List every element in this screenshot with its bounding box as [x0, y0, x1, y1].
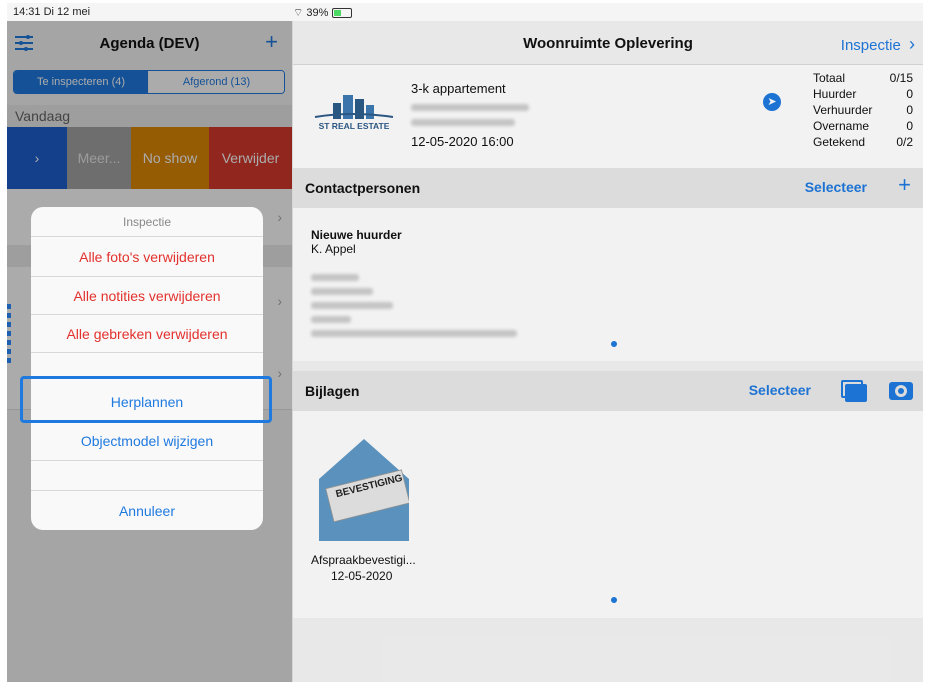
- status-bar: 14:31 Di 12 mei ⌔ 39%: [7, 3, 923, 667]
- battery-percentage: 39%: [306, 7, 329, 19]
- separator: [31, 490, 263, 491]
- ipad-screen: 14:31 Di 12 mei ⌔ 39% Agenda (DEV) + Te …: [7, 3, 923, 682]
- battery-icon: [331, 8, 352, 19]
- background-dim: [293, 21, 923, 682]
- action-sheet-title: Inspectie: [122, 215, 172, 229]
- delete-all-defects-button[interactable]: Alle gebreken verwijderen: [31, 326, 263, 342]
- wifi-icon: ⌔: [293, 7, 304, 19]
- cancel-button[interactable]: Annuleer: [31, 503, 263, 519]
- separator: [31, 460, 263, 461]
- inspection-panel: Woonruimte Oplevering Inspectie › ST REA…: [293, 21, 923, 682]
- separator: [31, 276, 263, 277]
- selection-highlight: [20, 376, 272, 423]
- status-time: 14:31 Di 12 mei: [13, 6, 91, 18]
- separator: [31, 352, 263, 353]
- separator: [31, 314, 263, 315]
- delete-all-notes-button[interactable]: Alle notities verwijderen: [31, 288, 263, 304]
- delete-all-photos-button[interactable]: Alle foto's verwijderen: [31, 249, 263, 265]
- drag-handle[interactable]: [7, 304, 11, 364]
- inspection-action-sheet: Inspectie Alle foto's verwijderen Alle n…: [31, 207, 263, 530]
- change-object-model-button[interactable]: Objectmodel wijzigen: [31, 433, 263, 449]
- separator: [31, 236, 263, 237]
